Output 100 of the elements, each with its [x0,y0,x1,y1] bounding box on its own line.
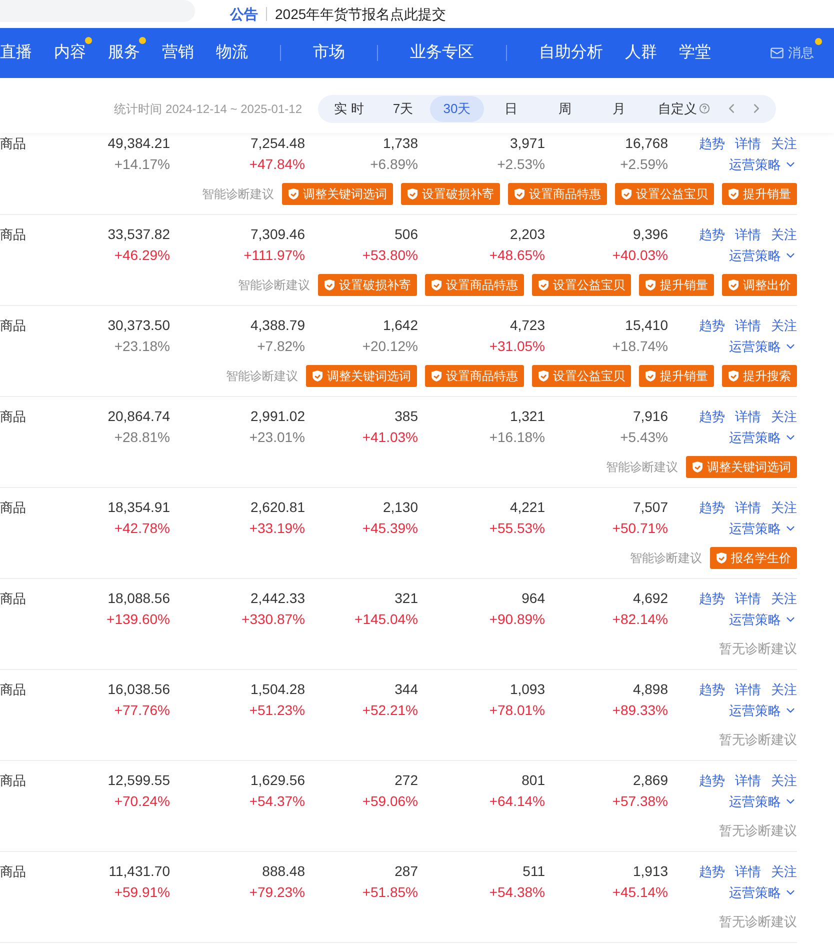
metric-value: 1,642 [382,316,418,335]
no-diagnosis-text: 暂无诊断建议 [719,913,797,932]
nav-item[interactable]: 营销 [162,44,194,61]
metric-value: 321 [394,589,418,608]
nav-item[interactable]: 物流 [216,44,248,61]
change-percent: +6.89% [370,155,418,174]
suggestion-button[interactable]: 设置商品特惠 [425,365,524,387]
action-link[interactable]: 关注 [771,406,797,427]
change-percent: +45.14% [612,883,668,902]
shield-icon [728,188,739,200]
change-percent: +139.60% [106,610,170,629]
strategy-dropdown[interactable]: 运营策略 [729,518,797,539]
suggestion-button[interactable]: 调整关键词选词 [282,183,393,205]
suggestion-button[interactable]: 提升销量 [639,365,714,387]
action-link[interactable]: 关注 [771,861,797,882]
action-link[interactable]: 详情 [735,224,761,245]
period-tab[interactable]: 7天 [376,96,430,122]
action-link[interactable]: 趋势 [699,679,725,700]
action-link[interactable]: 趋势 [699,315,725,336]
action-link[interactable]: 趋势 [699,406,725,427]
metric-value: 2,130 [382,498,418,517]
messages-button[interactable]: 消息 [770,43,814,63]
period-tab[interactable]: 实 时 [322,96,376,122]
period-tab[interactable]: 日 [484,96,538,122]
change-percent: +2.59% [620,155,668,174]
action-link[interactable]: 关注 [771,588,797,609]
suggestion-button[interactable]: 设置公益宝贝 [532,365,631,387]
nav-item[interactable]: 业务专区 [410,44,474,61]
action-link[interactable]: 趋势 [699,770,725,791]
product-type: 商品 [0,318,26,333]
action-link[interactable]: 详情 [735,497,761,518]
action-link[interactable]: 趋势 [699,133,725,154]
suggestion-button[interactable]: 设置公益宝贝 [615,183,714,205]
metric-value: 1,504.28 [250,680,305,699]
action-link[interactable]: 趋势 [699,224,725,245]
strategy-dropdown[interactable]: 运营策略 [729,882,797,903]
action-link[interactable]: 关注 [771,497,797,518]
action-link[interactable]: 关注 [771,679,797,700]
change-percent: +78.01% [489,701,545,720]
action-link[interactable]: 详情 [735,315,761,336]
change-percent: +41.03% [362,428,418,447]
suggestion-button[interactable]: 设置公益宝贝 [532,274,631,296]
period-tab[interactable]: 月 [592,96,646,122]
nav-item[interactable]: 人群 [625,44,657,61]
suggestion-button[interactable]: 设置商品特惠 [425,274,524,296]
action-link[interactable]: 关注 [771,133,797,154]
period-tab[interactable]: 周 [538,96,592,122]
suggestion-button[interactable]: 调整关键词选词 [306,365,417,387]
metric-value: 15,410 [625,316,668,335]
change-percent: +31.05% [489,337,545,356]
announcement-link[interactable]: 2025年年货节报名点此提交 [275,4,446,24]
metric-value: 49,384.21 [108,134,170,153]
suggestion-button[interactable]: 调整关键词选词 [686,456,797,478]
action-link[interactable]: 趋势 [699,861,725,882]
action-link[interactable]: 关注 [771,224,797,245]
nav-item[interactable]: 服务 [108,44,140,61]
change-percent: +55.53% [489,519,545,538]
action-link[interactable]: 趋势 [699,588,725,609]
product-type: 商品 [0,864,26,879]
action-link[interactable]: 详情 [735,770,761,791]
suggestion-button[interactable]: 设置破损补寄 [318,274,417,296]
suggestion-button[interactable]: 提升销量 [639,274,714,296]
strategy-dropdown[interactable]: 运营策略 [729,427,797,448]
product-type: 商品 [0,136,26,151]
nav-item[interactable]: 市场 [313,44,345,61]
change-percent: +51.85% [362,883,418,902]
strategy-dropdown[interactable]: 运营策略 [729,700,797,721]
change-percent: +145.04% [354,610,418,629]
suggestion-button[interactable]: 提升销量 [722,183,797,205]
nav-item[interactable]: 内容 [54,44,86,61]
action-link[interactable]: 详情 [735,588,761,609]
change-percent: +18.74% [612,337,668,356]
strategy-dropdown[interactable]: 运营策略 [729,154,797,175]
suggestion-button[interactable]: 设置破损补寄 [401,183,500,205]
nav-item[interactable]: 学堂 [679,44,711,61]
nav-item[interactable]: 自助分析 [539,44,603,61]
action-link[interactable]: 详情 [735,679,761,700]
action-link[interactable]: 关注 [771,315,797,336]
action-link[interactable]: 详情 [735,133,761,154]
change-percent: +14.17% [114,155,170,174]
change-percent: +54.37% [249,792,305,811]
suggestion-button[interactable]: 提升搜索 [722,365,797,387]
suggestion-button[interactable]: 报名学生价 [710,547,797,569]
strategy-dropdown[interactable]: 运营策略 [729,245,797,266]
period-tab[interactable]: 自定义 [646,96,722,122]
change-percent: +89.33% [612,701,668,720]
nav-item[interactable]: 直播 [0,44,32,61]
period-tab[interactable]: 30天 [430,96,484,122]
strategy-dropdown[interactable]: 运营策略 [729,336,797,357]
suggestion-button[interactable]: 设置商品特惠 [508,183,607,205]
action-link[interactable]: 详情 [735,406,761,427]
action-link[interactable]: 关注 [771,770,797,791]
metric-value: 1,738 [382,134,418,153]
action-link[interactable]: 趋势 [699,497,725,518]
metric-value: 9,396 [632,225,668,244]
action-link[interactable]: 详情 [735,861,761,882]
strategy-dropdown[interactable]: 运营策略 [729,791,797,812]
strategy-dropdown[interactable]: 运营策略 [729,609,797,630]
suggestion-button[interactable]: 调整出价 [722,274,797,296]
change-percent: +5.43% [620,428,668,447]
